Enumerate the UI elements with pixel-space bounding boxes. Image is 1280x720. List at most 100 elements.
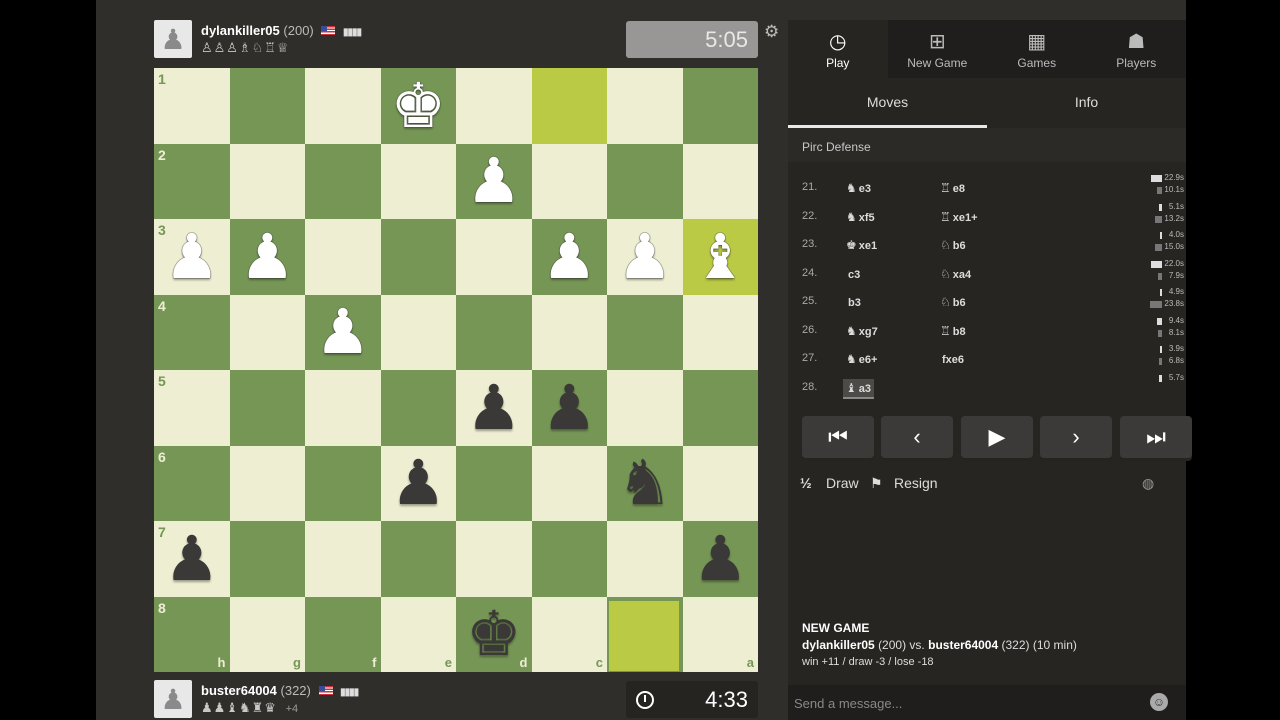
black-pawn-icon[interactable]: ♟	[692, 527, 748, 590]
board-square[interactable]	[380, 521, 456, 597]
white-move[interactable]: ♚ xe1	[846, 238, 877, 252]
board-square[interactable]	[229, 68, 305, 144]
board-square[interactable]	[229, 445, 305, 521]
board-square[interactable]	[380, 294, 456, 370]
board-square[interactable]: 4	[154, 294, 230, 370]
black-move[interactable]: fxe6	[940, 352, 964, 366]
board-square[interactable]	[531, 521, 607, 597]
previous-move-button[interactable]: ‹	[881, 416, 953, 458]
play-button[interactable]: ▶	[961, 416, 1033, 458]
white-move[interactable]: ♞ xf5	[846, 210, 875, 224]
board-square[interactable]	[305, 521, 381, 597]
board-square[interactable]	[682, 294, 758, 370]
board-square[interactable]: c	[531, 596, 607, 672]
offer-icon[interactable]: ◍	[1142, 475, 1154, 492]
top-player-name[interactable]: dylankiller05	[201, 23, 280, 38]
resign-button[interactable]: Resign	[894, 475, 938, 491]
board-square[interactable]: e	[380, 596, 456, 672]
black-king-icon[interactable]: ♚	[466, 603, 522, 665]
white-move[interactable]: ♝ a3	[843, 378, 875, 399]
board-square[interactable]	[229, 294, 305, 370]
board-square[interactable]: d ♚	[456, 596, 532, 672]
board-square[interactable]	[682, 143, 758, 219]
board-square[interactable]: ♟	[456, 370, 532, 446]
board-square[interactable]	[380, 143, 456, 219]
next-move-button[interactable]: ›	[1040, 416, 1112, 458]
message-input[interactable]	[794, 693, 1134, 713]
black-pawn-icon[interactable]: ♟	[541, 376, 597, 439]
board-square[interactable]	[229, 521, 305, 597]
white-move[interactable]: b3	[846, 295, 861, 309]
board-square[interactable]: ♟	[531, 219, 607, 295]
board-square[interactable]	[531, 445, 607, 521]
board-square[interactable]: ♟	[229, 219, 305, 295]
white-pawn-icon[interactable]: ♟	[315, 301, 371, 363]
black-move[interactable]: ♘ b6	[940, 295, 966, 309]
black-knight-icon[interactable]: ♞	[617, 452, 673, 514]
board-square[interactable]	[607, 294, 683, 370]
flag-icon[interactable]: ⚑	[870, 475, 883, 492]
bottom-player-name[interactable]: buster64004	[201, 683, 277, 698]
black-move[interactable]: ♘ b6	[940, 238, 966, 252]
top-player-avatar[interactable]: ♟	[154, 20, 192, 58]
board-square[interactable]	[682, 68, 758, 144]
board-square[interactable]: g	[229, 596, 305, 672]
nav-play[interactable]: ◷ Play	[788, 20, 888, 78]
board-square[interactable]	[607, 521, 683, 597]
board-square[interactable]	[456, 219, 532, 295]
board-square[interactable]	[229, 370, 305, 446]
nav-games[interactable]: ▦ Games	[987, 20, 1087, 78]
emoji-icon[interactable]: ☺	[1150, 693, 1168, 711]
white-pawn-icon[interactable]: ♟	[617, 225, 673, 288]
board-square[interactable]: ♚	[380, 68, 456, 144]
board-square[interactable]	[305, 370, 381, 446]
board-square[interactable]	[531, 294, 607, 370]
white-move[interactable]: ♞ e6+	[846, 352, 877, 366]
white-pawn-icon[interactable]: ♟	[164, 225, 220, 288]
board-square[interactable]	[305, 219, 381, 295]
white-pawn-icon[interactable]: ♟	[239, 225, 295, 288]
black-move[interactable]: ♖ e8	[940, 181, 965, 195]
black-pawn-icon[interactable]: ♟	[390, 452, 446, 514]
board-square[interactable]	[682, 370, 758, 446]
board-square[interactable]: 7 ♟	[154, 521, 230, 597]
draw-icon[interactable]: ½	[800, 475, 812, 491]
board-square[interactable]: 5	[154, 370, 230, 446]
nav-players[interactable]: ☗ Players	[1087, 20, 1187, 78]
board-square[interactable]	[456, 521, 532, 597]
ng-player1[interactable]: dylankiller05	[802, 638, 875, 652]
ng-player2[interactable]: buster64004	[928, 638, 998, 652]
board-square[interactable]: ♟	[682, 521, 758, 597]
black-pawn-icon[interactable]: ♟	[164, 527, 220, 590]
black-move[interactable]: ♖ xe1+	[940, 210, 978, 224]
board-square[interactable]: 8h	[154, 596, 230, 672]
board-square[interactable]: ♟	[607, 219, 683, 295]
draw-button[interactable]: Draw	[826, 475, 859, 491]
white-pawn-icon[interactable]: ♟	[466, 150, 522, 212]
board-square[interactable]	[380, 219, 456, 295]
board-square[interactable]: a	[682, 596, 758, 672]
board-square[interactable]: 2	[154, 143, 230, 219]
tab-info[interactable]: Info	[987, 78, 1186, 128]
board-square[interactable]	[456, 68, 532, 144]
board-square[interactable]	[607, 143, 683, 219]
board-square[interactable]	[380, 370, 456, 446]
board-square[interactable]	[531, 68, 607, 144]
white-pawn-icon[interactable]: ♟	[541, 225, 597, 288]
board-square[interactable]	[531, 143, 607, 219]
black-move[interactable]: ♖ b8	[940, 324, 966, 338]
board-square[interactable]: ♟	[305, 294, 381, 370]
white-king-icon[interactable]: ♚	[390, 74, 446, 137]
bottom-player-avatar[interactable]: ♟	[154, 680, 192, 718]
board-square[interactable]: ♟	[531, 370, 607, 446]
board-square[interactable]: ♟	[456, 143, 532, 219]
board-square[interactable]	[305, 68, 381, 144]
board-square[interactable]: ♞	[607, 445, 683, 521]
board-square[interactable]: 3 ♟	[154, 219, 230, 295]
white-move[interactable]: ♞ xg7	[846, 324, 878, 338]
board-square[interactable]: ♝	[682, 219, 758, 295]
white-bishop-icon[interactable]: ♝	[692, 225, 748, 288]
board-square[interactable]	[229, 143, 305, 219]
board-square[interactable]	[682, 445, 758, 521]
white-move[interactable]: c3	[846, 267, 860, 281]
